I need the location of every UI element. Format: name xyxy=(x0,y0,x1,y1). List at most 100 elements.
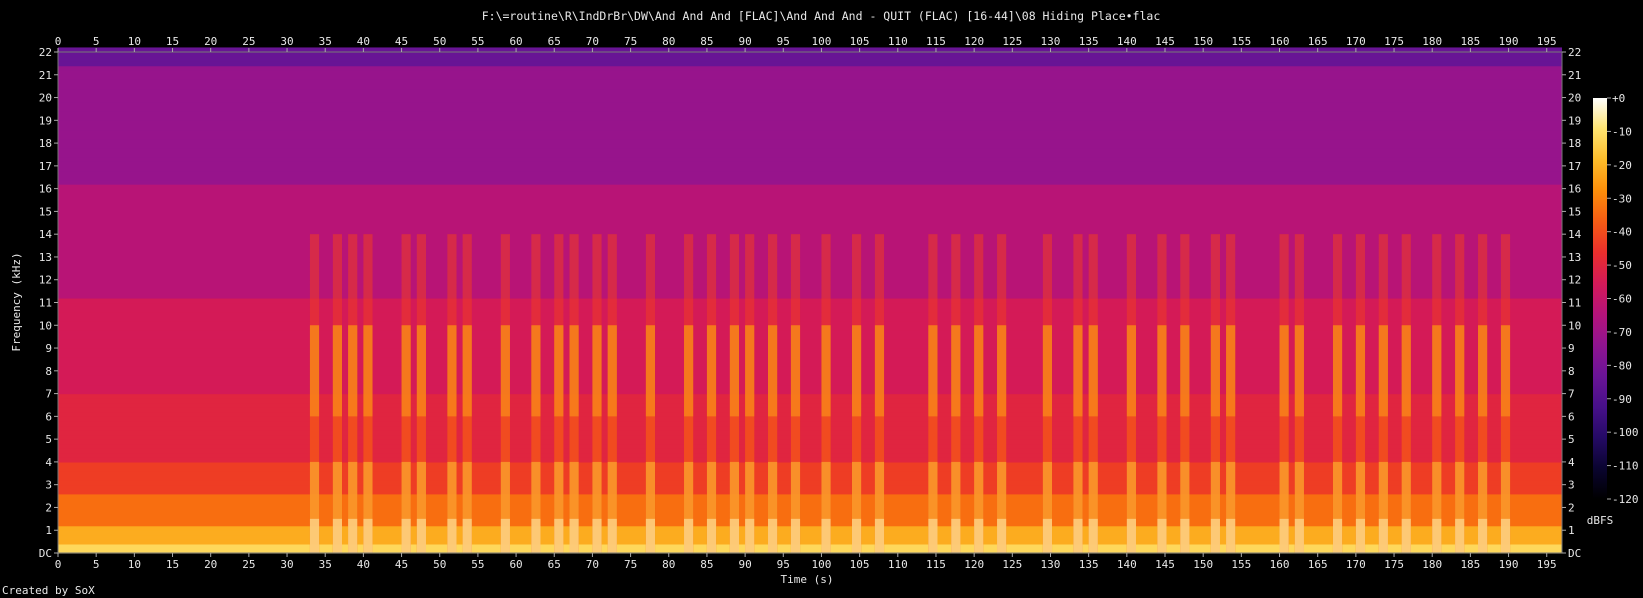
frequency-band xyxy=(58,174,1562,181)
x-tick-label: 190 xyxy=(1499,558,1519,571)
x-tick-label: 115 xyxy=(926,35,946,48)
y-tick-label: 19 xyxy=(1568,114,1581,127)
frequency-band xyxy=(58,65,1562,71)
x-tick-label: 70 xyxy=(586,35,599,48)
frequency-band xyxy=(58,138,1562,144)
y-tick-label: 1 xyxy=(1568,524,1575,537)
burst-region xyxy=(1478,518,1488,553)
frequency-band xyxy=(58,225,1562,231)
x-tick-label: 30 xyxy=(280,35,293,48)
y-tick-label: 14 xyxy=(1568,228,1582,241)
x-tick-label: 160 xyxy=(1270,35,1290,48)
burst-region xyxy=(447,518,457,553)
burst-region xyxy=(531,518,541,553)
burst-region xyxy=(1432,518,1442,553)
x-tick-label: 15 xyxy=(166,35,179,48)
x-tick-label: 125 xyxy=(1002,558,1022,571)
y-tick-label: 20 xyxy=(1568,92,1581,105)
x-tick-label: 80 xyxy=(662,35,675,48)
colorbar-tick-label: -90 xyxy=(1612,393,1632,406)
burst-region xyxy=(645,518,656,553)
y-tick-label: DC xyxy=(1568,547,1581,560)
burst-region xyxy=(462,325,472,417)
colorbar-tick-label: -60 xyxy=(1612,293,1632,306)
x-tick-label: 60 xyxy=(509,35,522,48)
burst-region xyxy=(768,325,778,417)
frequency-band xyxy=(58,92,1562,99)
burst-region xyxy=(874,518,885,553)
y-tick-label: 6 xyxy=(1568,410,1575,423)
y-tick-label: 3 xyxy=(45,479,52,492)
frequency-band xyxy=(58,229,1562,235)
y-tick-label: 17 xyxy=(1568,160,1581,173)
burst-region xyxy=(997,518,1007,553)
burst-region xyxy=(462,518,472,553)
frequency-band xyxy=(58,115,1562,121)
frequency-band xyxy=(58,83,1562,90)
x-tick-label: 195 xyxy=(1537,35,1557,48)
x-tick-label: 50 xyxy=(433,35,446,48)
frequency-band xyxy=(58,156,1562,162)
burst-region xyxy=(1432,325,1442,417)
burst-region xyxy=(768,518,778,553)
burst-region xyxy=(309,518,320,553)
burst-region xyxy=(1042,325,1053,417)
x-tick-label: 55 xyxy=(471,558,484,571)
y-tick-label: 2 xyxy=(45,501,52,514)
x-tick-label: 120 xyxy=(964,35,984,48)
x-tick-label: 135 xyxy=(1079,35,1099,48)
y-tick-label: DC xyxy=(39,547,52,560)
burst-region xyxy=(1226,518,1236,553)
x-tick-label: 75 xyxy=(624,35,637,48)
burst-region xyxy=(1401,325,1411,417)
y-tick-label: 17 xyxy=(39,160,52,173)
x-tick-label: 40 xyxy=(357,558,370,571)
y-tick-label: 10 xyxy=(1568,319,1581,332)
burst-region xyxy=(332,518,343,553)
y-tick-label: 12 xyxy=(39,274,52,287)
burst-region xyxy=(974,325,984,417)
x-tick-label: 65 xyxy=(548,35,561,48)
burst-region xyxy=(951,325,961,417)
x-tick-label: 35 xyxy=(319,558,332,571)
x-tick-label: 185 xyxy=(1460,558,1480,571)
colorbar-tick-label: -120 xyxy=(1612,493,1639,506)
x-tick-label: 20 xyxy=(204,558,217,571)
x-tick-label: 160 xyxy=(1270,558,1290,571)
burst-region xyxy=(1180,518,1190,553)
burst-region xyxy=(309,325,320,417)
spectrogram-plot xyxy=(57,47,1563,554)
frequency-band xyxy=(58,74,1562,80)
burst-region xyxy=(554,518,564,553)
burst-region xyxy=(1279,325,1289,417)
colorbar-tick-label: -50 xyxy=(1612,259,1632,272)
x-tick-label: 90 xyxy=(738,35,751,48)
burst-region xyxy=(401,518,411,553)
y-tick-label: 22 xyxy=(1568,46,1581,59)
x-tick-label: 45 xyxy=(395,558,408,571)
y-tick-label: 8 xyxy=(45,365,52,378)
burst-region xyxy=(332,325,343,417)
burst-region xyxy=(363,518,373,553)
burst-region xyxy=(1088,518,1098,553)
burst-region xyxy=(790,325,801,417)
y-tick-label: 19 xyxy=(39,114,52,127)
x-tick-label: 75 xyxy=(624,558,637,571)
burst-region xyxy=(851,325,862,417)
x-tick-label: 15 xyxy=(166,558,179,571)
burst-region xyxy=(569,518,579,553)
colorbar-tick-label: -70 xyxy=(1612,326,1632,339)
frequency-band xyxy=(58,188,1562,194)
frequency-band xyxy=(58,79,1562,85)
y-tick-label: 10 xyxy=(39,319,52,332)
x-tick-label: 150 xyxy=(1193,35,1213,48)
burst-region xyxy=(790,518,801,553)
x-tick-label: 10 xyxy=(128,558,141,571)
y-tick-label: 21 xyxy=(39,69,52,82)
footer-credit: Created by SoX xyxy=(2,584,95,597)
burst-region xyxy=(1332,518,1343,553)
burst-region xyxy=(1378,325,1388,417)
y-tick-label: 7 xyxy=(45,388,52,401)
x-tick-label: 180 xyxy=(1422,35,1442,48)
burst-region xyxy=(416,325,426,417)
